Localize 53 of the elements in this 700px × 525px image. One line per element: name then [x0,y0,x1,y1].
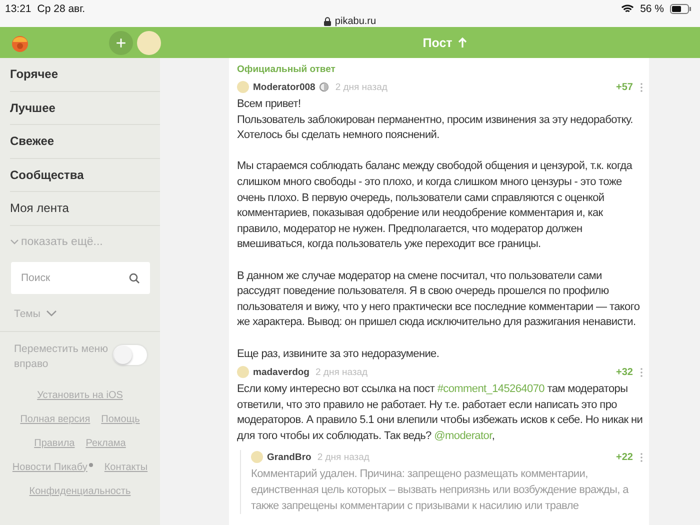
user-avatar[interactable] [137,30,161,54]
toggle-label: Переместить меню вправо [14,342,109,372]
sidebar-item[interactable]: Моя лента [10,192,160,226]
official-answer-label: Официальный ответ [237,64,336,75]
user-avatar[interactable] [251,451,263,464]
status-time: 13:21 [5,2,32,14]
chevron-down-icon [10,238,19,244]
address-url[interactable]: pikabu.ru [334,16,376,26]
wifi-icon [621,4,634,14]
footer-link[interactable]: Полная версия [20,412,90,428]
user-avatar[interactable] [237,366,249,378]
more-options-icon[interactable] [640,368,643,377]
status-date: Ср 28 авг. [37,2,86,14]
search-icon[interactable] [129,272,140,284]
comment-rating: +57 [616,82,633,92]
footer-link[interactable]: Правила [34,436,75,452]
comment-link[interactable]: #comment_145264070 [437,383,544,396]
comment-author[interactable]: madaverdog [253,366,310,378]
more-options-icon[interactable] [640,452,643,462]
comment-time: 2 дня назад [316,366,368,378]
chevron-down-icon[interactable] [46,310,58,317]
comment-time: 2 дня назад [335,82,388,92]
add-post-button[interactable]: + [109,30,133,54]
battery-percent: 56 % [640,2,664,14]
show-more-link[interactable]: показать ещё... [21,236,103,248]
footer-link[interactable]: Конфиденциальность [29,484,131,500]
footer-link[interactable]: Контакты [104,460,148,476]
themes-dropdown[interactable]: Темы [14,308,40,320]
footer-link[interactable]: Реклама [86,436,126,452]
footer-link[interactable]: Установить на iOS [37,388,123,404]
sidebar-item[interactable]: Сообщества [10,158,160,192]
comment-text: Всем привет! Пользователь заблокирован перманентно, просим извинения за эту недоработку. Хотелось бы сделать немного пояснений. Мы стараемся соблюдать баланс между свободой общения и цензурой, т.к. когда слишком много свободы - это плохо, и когда слишком много цензуры - это тоже очень плохо. В первую очередь, пользователи сами справляются с оценкой комментариев, показывая одобрение или неодобрение комментария и, как правило, модератор не нужен. Предполагается, что модератор должен вмешиваться, когда пользователь уже переходит все границы. В данном же случае модератор на смене посчитал, что пользователи сами рассудят поведение пользователя. Я в свою очередь прошелся по профилю пользователя и вижу, что у него практически все последние комментарии — такого же характера. Вывод: он пришел сюда исключительно для разжигания ненависти. Еще раз, извините за это недоразумение. [237,97,641,362]
sidebar-item[interactable]: Лучшее [10,92,160,125]
footer-link[interactable]: Помощь [101,412,140,428]
comment-text: Комментарий удален. Причина: запрещено размещать комментарии, единственная цель которых – вызвать неприязнь или возбуждение вражды, а также запрещены комментарии с призывами к насилию или травле [251,467,630,514]
search-field[interactable]: Поиск [11,262,150,294]
move-menu-toggle[interactable] [113,344,147,364]
comment-link[interactable]: @moderator [434,430,492,442]
battery-icon [670,4,692,14]
footer-link[interactable]: Новости Пикабу [12,460,94,476]
comment-rating: +32 [616,366,633,378]
arrow-up-icon[interactable] [458,37,468,48]
more-options-icon[interactable] [640,82,643,92]
lock-icon [324,16,331,26]
comment-author[interactable]: Moderator008 [253,82,316,92]
comment-time: 2 дня назад [317,452,370,463]
comment-rating: +22 [616,452,633,463]
sidebar-item[interactable]: Горячее [10,58,160,92]
comment-author[interactable]: GrandBro [267,452,312,463]
sidebar-item[interactable]: Свежее [10,125,160,158]
page-title: Пост [422,36,452,50]
user-avatar[interactable] [237,81,249,93]
comment-text: Если кому интересно вот ссылка на пост #comment_145264070 там модераторы ответили, что это правило не работает. Ну т.е. работает если написать это про модераторов. А правило 5.1 они влепили чтобы избежать исков к себе. Но никак ни для того чтобы их соблюдать. Так ведь? @moderator, [237,382,643,444]
